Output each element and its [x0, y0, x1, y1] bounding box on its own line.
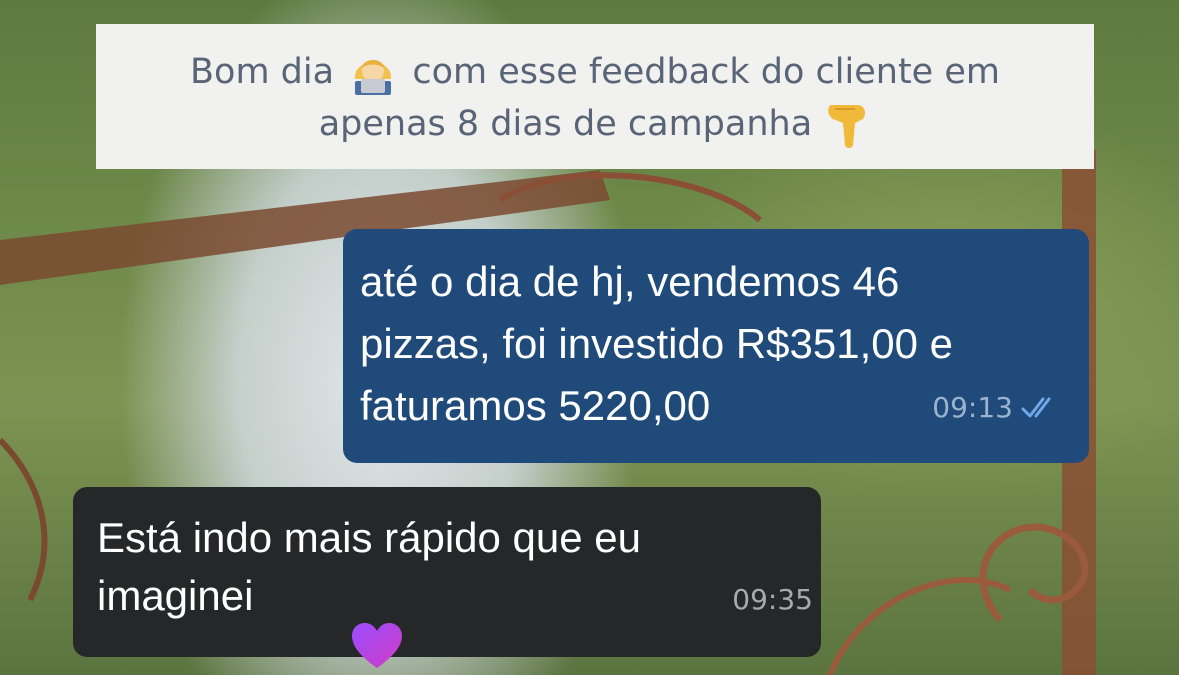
- caption-line-1: Bom dia com esse feedback do cliente em: [96, 46, 1094, 98]
- caption-banner: Bom dia com esse feedback do cliente em …: [96, 24, 1094, 169]
- pointing-down-icon: [828, 105, 866, 148]
- double-check-read-icon: [1021, 397, 1051, 418]
- caption-text-1: com esse feedback do cliente em: [412, 52, 1000, 92]
- message-meta: 09:13: [932, 377, 1061, 439]
- caption-text-2: apenas 8 dias de campanha: [318, 104, 813, 144]
- message-text: Está indo mais rápido que eu imaginei: [97, 514, 642, 619]
- caption-greeting: Bom dia: [190, 52, 335, 92]
- message-time: 09:13: [932, 391, 1013, 424]
- incoming-message-bubble[interactable]: Está indo mais rápido que eu imaginei 09…: [73, 487, 821, 657]
- purple-heart-reaction-icon[interactable]: [350, 622, 404, 670]
- woman-technologist-icon: [355, 60, 392, 95]
- message-time: 09:35: [732, 583, 813, 616]
- caption-line-2: apenas 8 dias de campanha: [96, 98, 1094, 151]
- message-meta: 09:35: [732, 571, 813, 629]
- outgoing-message-bubble[interactable]: até o dia de hj, vendemos 46 pizzas, foi…: [343, 229, 1089, 463]
